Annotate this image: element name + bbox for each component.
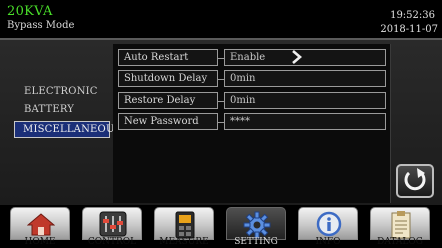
operating-mode: Bypass Mode [7,20,75,31]
tab-datalog[interactable] [370,207,430,240]
restore-delay-label: Restore Delay [118,92,218,109]
tab-control[interactable] [82,207,142,240]
chevron-right-icon[interactable] [290,50,304,64]
tab-setting[interactable] [226,207,286,240]
model-title: 20KVA [7,4,53,19]
clock-time: 19:52:36 [390,10,435,21]
clock-date: 2018-11-07 [380,24,438,35]
restore-delay-value[interactable]: 0min [224,92,386,109]
tab-datalog-label: DATALOG [377,237,423,247]
info-icon [316,211,342,237]
tab-control-label: CONTROL [87,237,137,247]
datalog-icon [391,211,411,239]
gear-icon [243,211,271,239]
auto-restart-value[interactable]: Enable [224,49,386,66]
home-icon [27,213,55,236]
tab-home-label: HOME [24,237,56,247]
control-icon [99,211,127,237]
tab-measure[interactable] [154,207,214,240]
shutdown-delay-value[interactable]: 0min [224,70,386,87]
tab-measure-label: MEASURE [159,237,209,247]
tab-home[interactable] [10,207,70,240]
return-arrow-icon [404,168,426,191]
tab-info-label: INFO [315,237,341,247]
sidebar-item-miscellaneous[interactable]: MISCELLANEOUS [14,121,121,138]
tab-setting-label: SETTING [234,237,278,247]
back-button[interactable] [396,164,434,198]
new-password-label: New Password [118,113,218,130]
measure-icon [175,211,195,239]
shutdown-delay-label: Shutdown Delay [118,70,218,87]
sidebar-item-electronic[interactable]: ELECTRONIC [24,86,98,97]
auto-restart-label: Auto Restart [118,49,218,66]
tab-info[interactable] [298,207,358,240]
new-password-value[interactable]: **** [224,113,386,130]
sidebar-item-battery[interactable]: BATTERY [24,104,74,115]
